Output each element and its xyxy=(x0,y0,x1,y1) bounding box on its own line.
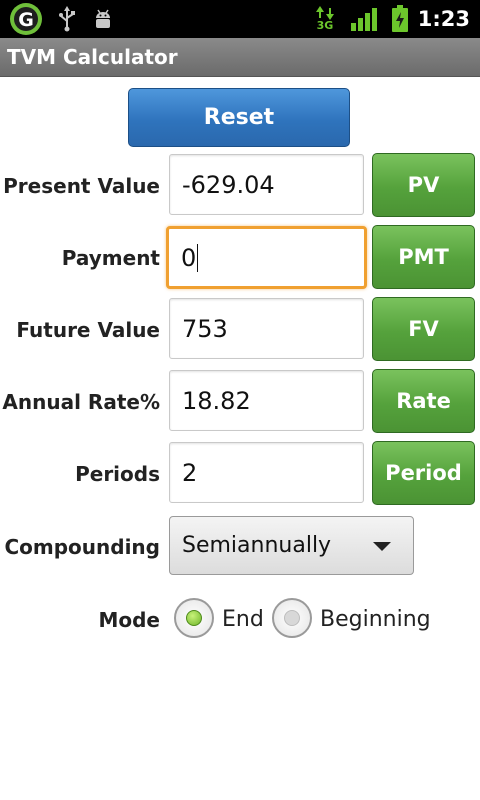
mode-end-label[interactable]: End xyxy=(222,598,264,642)
payment-text: 0 xyxy=(181,243,197,272)
present-value-label: Present Value xyxy=(3,174,160,198)
battery-charging-icon xyxy=(389,0,411,38)
text-caret xyxy=(197,243,199,272)
app-title: TVM Calculator xyxy=(7,45,178,69)
clock: 1:23 xyxy=(417,7,470,31)
radio-selected-indicator xyxy=(186,610,202,626)
compounding-dropdown[interactable]: Semiannually xyxy=(169,516,414,575)
periods-label: Periods xyxy=(75,462,160,486)
compounding-selected-text: Semiannually xyxy=(182,533,332,558)
fv-button[interactable]: FV xyxy=(372,297,475,361)
periods-input[interactable]: 2 xyxy=(169,442,364,503)
app-logo-icon: G xyxy=(8,0,44,38)
period-button[interactable]: Period xyxy=(372,441,475,505)
rate-button[interactable]: Rate xyxy=(372,369,475,433)
payment-input[interactable]: 0 xyxy=(166,226,367,289)
present-value-input[interactable]: -629.04 xyxy=(169,154,364,215)
compounding-label: Compounding xyxy=(4,535,160,559)
radio-unselected-indicator xyxy=(284,610,300,626)
annual-rate-input[interactable]: 18.82 xyxy=(169,370,364,431)
signal-icon xyxy=(349,0,379,38)
future-value-label: Future Value xyxy=(16,318,160,342)
pmt-button[interactable]: PMT xyxy=(372,225,475,289)
payment-label: Payment xyxy=(61,246,160,270)
mode-label: Mode xyxy=(98,608,160,632)
mode-beginning-radio[interactable] xyxy=(272,598,312,638)
annual-rate-label: Annual Rate% xyxy=(2,390,160,414)
svg-text:G: G xyxy=(18,9,34,31)
usb-icon xyxy=(55,0,79,38)
future-value-text: 753 xyxy=(182,314,228,343)
network-type-label: 3G xyxy=(316,19,334,32)
mode-beginning-label[interactable]: Beginning xyxy=(320,598,431,642)
mode-end-radio[interactable] xyxy=(174,598,214,638)
android-debug-icon xyxy=(90,0,116,38)
status-bar: G 3G 1:23 xyxy=(0,0,480,38)
data-arrows-icon: 3G xyxy=(314,0,336,38)
title-bar: TVM Calculator xyxy=(0,38,480,77)
annual-rate-text: 18.82 xyxy=(182,386,251,415)
reset-button[interactable]: Reset xyxy=(128,88,350,147)
chevron-down-icon xyxy=(373,542,391,551)
pv-button[interactable]: PV xyxy=(372,153,475,217)
periods-text: 2 xyxy=(182,458,198,487)
future-value-input[interactable]: 753 xyxy=(169,298,364,359)
present-value-text: -629.04 xyxy=(182,170,275,199)
